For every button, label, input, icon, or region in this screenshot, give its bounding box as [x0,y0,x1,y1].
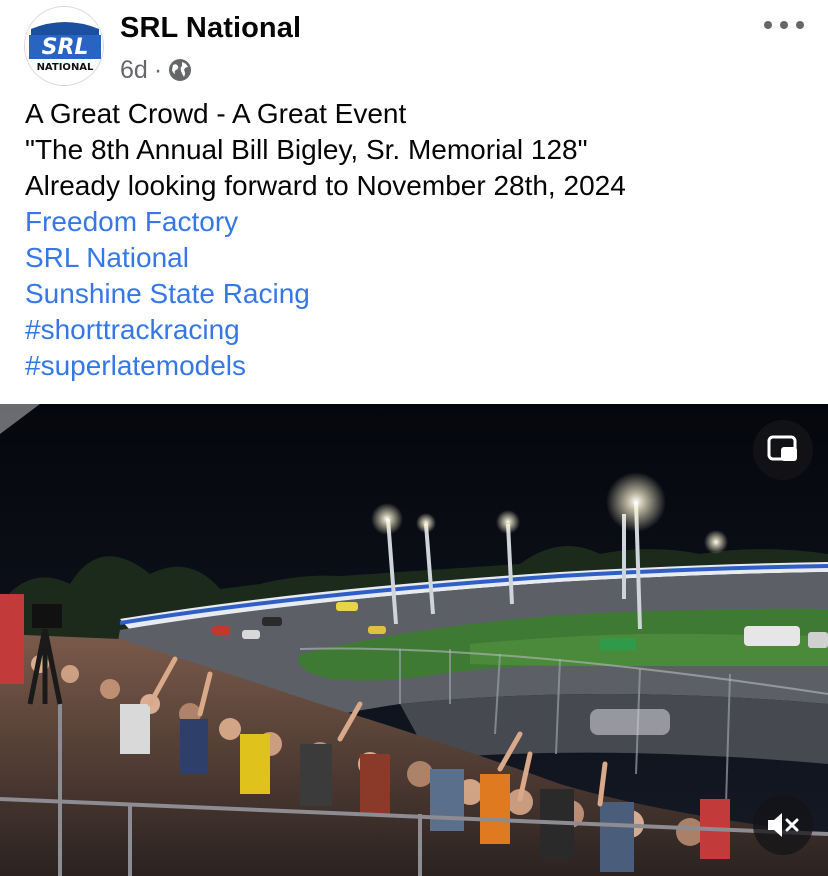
post-meta: 6d · [120,55,192,85]
mute-button[interactable] [753,795,813,855]
post-header: SRL NATIONAL SRL National 6d · [0,0,828,96]
hashtag-shorttrackracing[interactable]: #shorttrackracing [25,312,805,348]
link-srl-national[interactable]: SRL National [25,240,805,276]
link-sunshine-state-racing[interactable]: Sunshine State Racing [25,276,805,312]
hashtag-superlatemodels[interactable]: #superlatemodels [25,348,805,384]
picture-in-picture-button[interactable] [753,420,813,480]
more-dot-icon [796,21,804,29]
post-line: "The 8th Annual Bill Bigley, Sr. Memoria… [25,134,588,165]
page-avatar[interactable]: SRL NATIONAL [24,6,104,86]
more-dot-icon [764,21,772,29]
post-line: A Great Crowd - A Great Event [25,98,407,129]
muted-speaker-icon [768,813,799,837]
post-line: Already looking forward to November 28th… [25,170,626,201]
video-player[interactable] [0,404,828,876]
page-name[interactable]: SRL National [120,12,301,45]
link-freedom-factory[interactable]: Freedom Factory [25,204,805,240]
meta-separator: · [153,55,163,84]
more-options-button[interactable] [764,14,804,36]
globe-icon[interactable] [168,58,192,82]
post-timestamp[interactable]: 6d [120,56,148,85]
post-body: A Great Crowd - A Great Event "The 8th A… [25,96,805,384]
more-dot-icon [780,21,788,29]
logo-subtext: NATIONAL [37,62,94,73]
race-track-scene [0,404,828,876]
srl-logo: SRL NATIONAL [25,7,103,85]
logo-text: SRL [42,35,89,60]
picture-in-picture-icon [767,435,797,461]
